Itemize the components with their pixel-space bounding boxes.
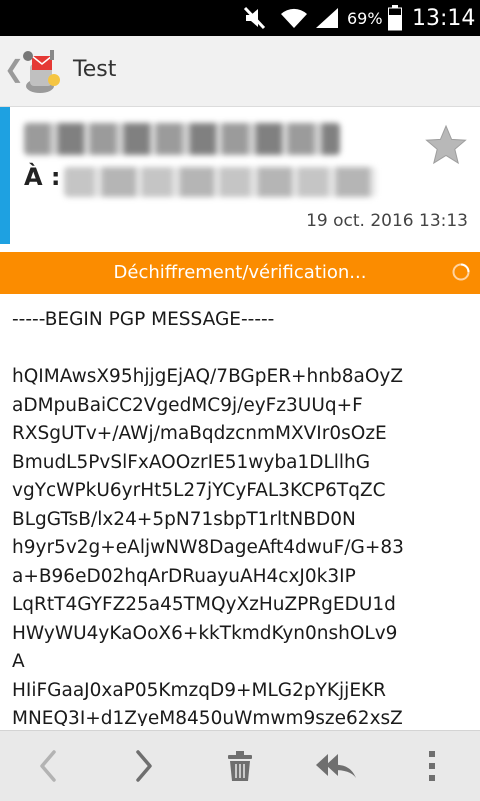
overflow-menu-icon: [429, 751, 435, 781]
next-icon: [136, 750, 152, 782]
battery-icon: [388, 0, 402, 36]
pgp-begin-marker: -----BEGIN PGP MESSAGE-----: [12, 309, 275, 330]
star-icon[interactable]: [424, 123, 468, 167]
signal-icon: [314, 0, 340, 36]
delete-button[interactable]: [192, 731, 288, 801]
delete-icon: [228, 751, 252, 781]
message-body: -----BEGIN PGP MESSAGE----- hQIMAwsX95hj…: [12, 306, 472, 726]
bottom-toolbar: [0, 730, 480, 801]
message-header: À : 19 oct. 2016 13:13: [0, 107, 480, 244]
app-icon[interactable]: [20, 46, 68, 96]
reply-all-icon: [316, 754, 356, 778]
status-bar: 69% 13:14: [0, 0, 480, 36]
pgp-line: HIiFGaaJ0xaP05KmzqD9+MLG2pYKjjEKR: [12, 679, 386, 701]
pgp-line: BLgGTsB/lx24+5pN71sbpT1rltNBD0N: [12, 508, 356, 530]
sender-name-redacted[interactable]: [24, 123, 340, 155]
next-button[interactable]: [96, 731, 192, 801]
pgp-line: hQIMAwsX95hjjgEjAQ/7BGpER+hnb8aOyZ: [12, 366, 404, 387]
pgp-line: HWyWU4yKaOoX6+kkTkmdKyn0nshOLv9: [12, 622, 398, 644]
recipient-redacted[interactable]: [64, 167, 376, 197]
clock: 13:14: [412, 5, 476, 31]
overflow-menu-button[interactable]: [384, 731, 480, 801]
reply-all-button[interactable]: [288, 731, 384, 801]
pgp-line: vgYcWPkU6yrHt5L27jYCyFAL3KCP6TqZC: [12, 480, 386, 501]
spinner-icon: [452, 263, 470, 281]
screen-title: Test: [73, 57, 117, 82]
pgp-line: aDMpuBaiCC2VgedMC9j/eyFz3UUq+F: [12, 394, 363, 416]
account-color-strip: [0, 107, 10, 244]
wifi-icon: [280, 0, 308, 36]
decrypt-status-bar: Déchiffrement/vérification...: [0, 252, 480, 294]
pgp-line: a+B96eD02hqArDRuayuAH4cxJ0k3IP: [12, 565, 356, 587]
previous-icon: [40, 750, 56, 782]
mute-icon: [242, 0, 268, 36]
action-bar: ❮ Test: [0, 36, 480, 107]
decrypt-status-label: Déchiffrement/vérification...: [113, 262, 367, 283]
pgp-line: A: [12, 651, 25, 672]
recipient-label: À :: [24, 163, 61, 191]
previous-button[interactable]: [0, 731, 96, 801]
pgp-line: RXSgUTv+/AWj/maBqdzcnmMXVIr0sOzE: [12, 423, 387, 444]
pgp-line: MNEQ3I+d1ZyeM8450uWmwm9sze62xsZ: [12, 708, 403, 726]
pgp-line: LqRtT4GYFZ25a45TMQyXzHuZPRgEDU1d: [12, 594, 396, 615]
pgp-line: BmudL5PvSlFxAOOzrIE51wyba1DLllhG: [12, 451, 371, 473]
message-date: 19 oct. 2016 13:13: [306, 211, 468, 231]
pgp-line: h9yr5v2g+eAljwNW8DageAft4dwuF/G+83: [12, 537, 404, 558]
battery-percent: 69%: [347, 8, 383, 28]
